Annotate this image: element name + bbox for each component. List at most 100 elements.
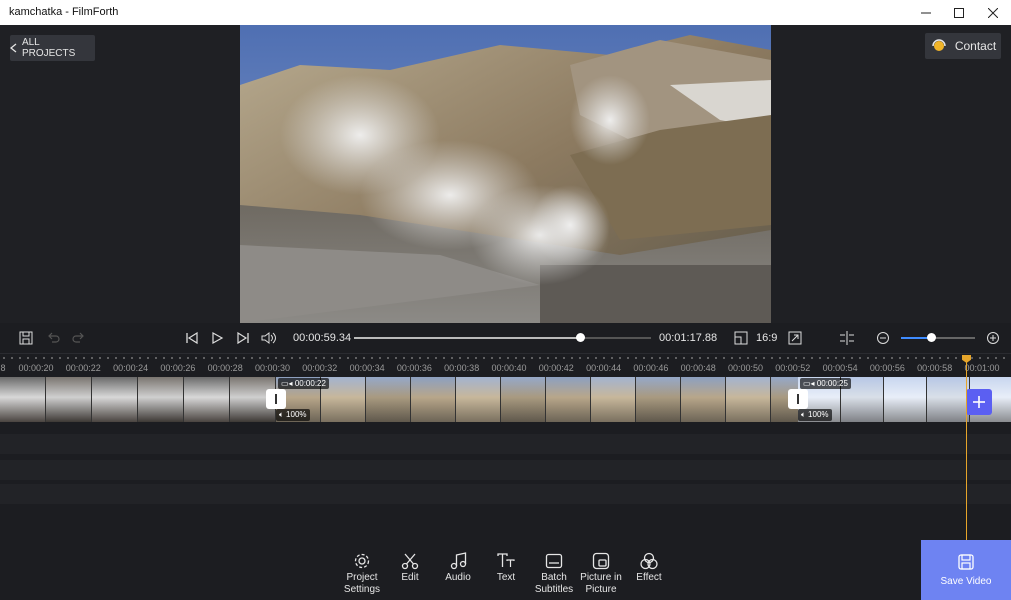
split-icon bbox=[840, 331, 854, 345]
fullscreen-button[interactable] bbox=[785, 328, 805, 348]
clip-volume: 100% bbox=[286, 410, 307, 419]
save-icon bbox=[958, 553, 974, 570]
tool-label: Effect bbox=[636, 572, 662, 583]
ruler-tick-label: 00:00:56 bbox=[869, 363, 905, 373]
handle-grip-icon bbox=[275, 394, 277, 404]
zoom-out-button[interactable] bbox=[873, 328, 893, 348]
video-frame-image bbox=[240, 25, 771, 323]
video-clip-1[interactable] bbox=[0, 377, 276, 422]
aspect-ratio-button[interactable] bbox=[731, 328, 751, 348]
playback-controls: 00:00:59.34 00:01:17.88 16:9 bbox=[0, 323, 1011, 353]
ruler-tick-label: 00:00:22 bbox=[65, 363, 101, 373]
ruler-tick-label: 00:00:48 bbox=[680, 363, 716, 373]
minimize-button[interactable] bbox=[909, 0, 943, 25]
clip-volume: 100% bbox=[808, 410, 829, 419]
clip-thumbnail bbox=[138, 377, 184, 422]
seek-progress bbox=[354, 337, 580, 339]
video-preview[interactable] bbox=[240, 25, 771, 323]
clip-thumbnail bbox=[636, 377, 681, 422]
tool-label: Text bbox=[496, 572, 516, 583]
all-projects-label: ALL PROJECTS bbox=[21, 37, 76, 59]
save-project-button[interactable] bbox=[16, 328, 36, 348]
clip-duration-badge: ▭◂ 00:00:25 bbox=[800, 378, 851, 389]
ruler-tick-label: 00:00:40 bbox=[491, 363, 527, 373]
text-icon bbox=[497, 553, 515, 567]
tool-label: Batch Subtitles bbox=[534, 572, 574, 595]
ruler-tick-label: 00:00:34 bbox=[349, 363, 385, 373]
clip-thumbnail bbox=[411, 377, 456, 422]
aspect-ratio-icon bbox=[734, 331, 748, 345]
contact-label: Contact bbox=[954, 39, 997, 53]
volume-button[interactable] bbox=[259, 328, 279, 348]
seek-knob[interactable] bbox=[575, 333, 585, 342]
timeline-zoom-slider[interactable] bbox=[901, 333, 975, 342]
clip-thumbnail bbox=[546, 377, 591, 422]
empty-lane[interactable] bbox=[0, 434, 1011, 454]
transition-handle[interactable] bbox=[788, 389, 808, 409]
minimize-icon bbox=[921, 12, 931, 13]
video-camera-icon: ▭◂ bbox=[803, 379, 815, 388]
clip-thumbnail bbox=[726, 377, 771, 422]
undo-button[interactable] bbox=[43, 328, 63, 348]
playhead-line[interactable] bbox=[966, 357, 967, 541]
redo-icon bbox=[72, 332, 84, 343]
clip-thumbnail bbox=[501, 377, 546, 422]
empty-lane[interactable] bbox=[0, 460, 1011, 480]
picture-in-picture-icon bbox=[592, 552, 610, 570]
skip-back-button[interactable] bbox=[182, 328, 202, 348]
speaker-icon: 🔈︎ bbox=[279, 410, 284, 419]
contact-button[interactable]: Contact bbox=[925, 33, 1001, 59]
plus-icon bbox=[973, 396, 985, 408]
skip-forward-button[interactable] bbox=[233, 328, 253, 348]
scissors-icon bbox=[401, 553, 419, 570]
seek-slider[interactable] bbox=[354, 333, 651, 342]
clip-volume-badge[interactable]: 🔈︎ 100% bbox=[276, 409, 310, 421]
speaker-icon bbox=[261, 332, 276, 344]
save-icon bbox=[19, 331, 33, 345]
tool-label: Edit bbox=[401, 572, 419, 583]
video-clip-2[interactable]: ▭◂ 00:00:22 🔈︎ 100% bbox=[276, 377, 798, 422]
add-clip-button[interactable] bbox=[966, 389, 992, 415]
redo-button[interactable] bbox=[69, 328, 89, 348]
chevron-left-icon bbox=[10, 43, 17, 53]
empty-tracks bbox=[0, 424, 1011, 506]
zoom-in-button[interactable] bbox=[983, 328, 1003, 348]
tool-label: Audio bbox=[445, 572, 471, 583]
effect-button[interactable]: Effect bbox=[621, 552, 677, 584]
clip-thumbnail bbox=[591, 377, 636, 422]
close-button[interactable] bbox=[976, 0, 1010, 25]
title-bar: kamchatka - FilmForth bbox=[0, 0, 1011, 25]
play-icon bbox=[212, 331, 224, 345]
empty-lane[interactable] bbox=[0, 484, 1011, 504]
clip-thumbnail bbox=[0, 377, 46, 422]
play-button[interactable] bbox=[207, 328, 227, 348]
aspect-ratio-label[interactable]: 16:9 bbox=[756, 332, 777, 344]
all-projects-button[interactable]: ALL PROJECTS bbox=[10, 35, 95, 61]
plus-circle-icon bbox=[987, 332, 999, 344]
clip-duration-badge: ▭◂ 00:00:22 bbox=[278, 378, 329, 389]
support-agent-icon bbox=[932, 39, 946, 51]
total-time: 00:01:17.88 bbox=[659, 332, 718, 344]
clip-volume-badge[interactable]: 🔈︎ 100% bbox=[798, 409, 832, 421]
bottom-toolbar: Project Settings Edit Audio Text Batch S… bbox=[0, 540, 1011, 600]
ruler-tick-label: 00:00:58 bbox=[917, 363, 953, 373]
ruler-tick-label: 00:00:54 bbox=[822, 363, 858, 373]
window-title: kamchatka - FilmForth bbox=[9, 6, 119, 18]
ruler-tick-label: 00:00:44 bbox=[586, 363, 622, 373]
video-track[interactable]: ▭◂ 00:00:22 🔈︎ 100% ▭◂ 00:00:25 🔈︎ 100% bbox=[0, 377, 1011, 422]
skip-forward-icon bbox=[237, 331, 249, 345]
zoom-knob[interactable] bbox=[926, 333, 936, 342]
tool-label: Project Settings bbox=[343, 572, 381, 595]
timeline-ruler[interactable]: 8 00:00:20 00:00:22 00:00:24 00:00:26 00:00:2… bbox=[0, 353, 1011, 375]
maximize-button[interactable] bbox=[942, 0, 976, 25]
split-button[interactable] bbox=[837, 328, 857, 348]
transition-handle[interactable] bbox=[266, 389, 286, 409]
gear-icon bbox=[354, 553, 370, 569]
preview-area: ALL PROJECTS Contact bbox=[0, 25, 1011, 323]
music-note-icon bbox=[450, 552, 467, 570]
handle-grip-icon bbox=[797, 394, 799, 404]
ruler-dots bbox=[0, 357, 1011, 359]
clip-duration: 00:00:22 bbox=[294, 379, 326, 388]
save-video-button[interactable]: Save Video bbox=[921, 540, 1011, 600]
subtitles-icon bbox=[545, 553, 563, 569]
